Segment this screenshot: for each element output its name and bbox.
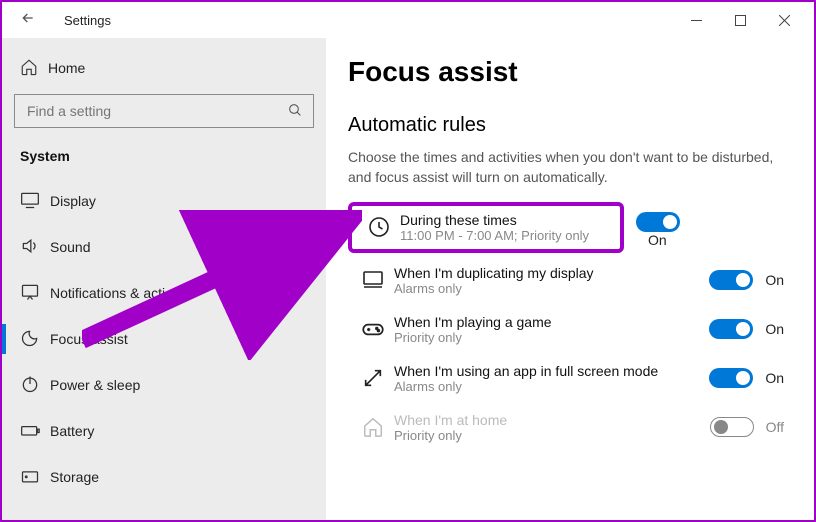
- rule-subtitle: Alarms only: [394, 281, 709, 296]
- rule-subtitle: Priority only: [394, 330, 709, 345]
- rule-toggle-during-times[interactable]: [636, 212, 680, 232]
- main-content: Focus assist Automatic rules Choose the …: [326, 38, 814, 520]
- sidebar-item-sound[interactable]: Sound: [2, 224, 326, 270]
- sidebar-item-label: Display: [50, 193, 96, 209]
- toggle-state: On: [765, 370, 784, 386]
- sidebar-item-label: Focus assist: [50, 331, 128, 347]
- monitor-icon: [352, 268, 394, 292]
- rule-toggle-gaming[interactable]: [709, 319, 753, 339]
- sidebar-item-home[interactable]: Home: [2, 48, 326, 88]
- sidebar: Home System Display Sound Notification: [2, 38, 326, 520]
- rule-at-home[interactable]: When I'm at home Priority only Off: [348, 406, 788, 449]
- sidebar-item-label: Notifications & actions: [50, 285, 188, 301]
- rule-playing-game[interactable]: When I'm playing a game Priority only On: [348, 308, 788, 351]
- rule-toggle-at-home[interactable]: [710, 417, 754, 437]
- notifications-icon: [20, 282, 50, 305]
- search-icon: [287, 102, 303, 121]
- sidebar-item-label: Battery: [50, 423, 94, 439]
- rule-title: When I'm duplicating my display: [394, 265, 709, 281]
- clock-icon: [358, 215, 400, 239]
- sidebar-home-label: Home: [48, 60, 85, 76]
- rule-toggle-fullscreen[interactable]: [709, 368, 753, 388]
- sidebar-item-label: Power & sleep: [50, 377, 140, 393]
- sidebar-item-label: Storage: [50, 469, 99, 485]
- rule-title: When I'm at home: [394, 412, 710, 428]
- search-input[interactable]: [14, 94, 314, 128]
- rule-toggle-duplicating[interactable]: [709, 270, 753, 290]
- back-button[interactable]: [20, 10, 42, 31]
- window-title: Settings: [64, 13, 111, 28]
- sidebar-item-battery[interactable]: Battery: [2, 408, 326, 454]
- gamepad-icon: [352, 316, 394, 342]
- storage-icon: [20, 466, 50, 489]
- section-title: Automatic rules: [348, 114, 790, 137]
- sidebar-item-notifications[interactable]: Notifications & actions: [2, 270, 326, 316]
- rule-title: During these times: [400, 212, 614, 228]
- rule-fullscreen-app[interactable]: When I'm using an app in full screen mod…: [348, 357, 788, 400]
- toggle-state: On: [765, 272, 784, 288]
- focus-assist-icon: [20, 328, 50, 351]
- sidebar-item-power[interactable]: Power & sleep: [2, 362, 326, 408]
- minimize-button[interactable]: [674, 5, 718, 35]
- home-icon: [20, 58, 48, 79]
- rule-title: When I'm playing a game: [394, 314, 709, 330]
- search-field[interactable]: [25, 102, 287, 120]
- maximize-button[interactable]: [718, 5, 762, 35]
- battery-icon: [20, 420, 50, 443]
- rule-subtitle: 11:00 PM - 7:00 AM; Priority only: [400, 228, 614, 243]
- power-icon: [20, 374, 50, 397]
- titlebar: Settings: [2, 2, 814, 38]
- toggle-state: On: [648, 232, 667, 248]
- sidebar-section: System: [2, 142, 326, 178]
- toggle-state: Off: [766, 419, 784, 435]
- home-icon: [352, 416, 394, 438]
- rule-duplicating-display[interactable]: When I'm duplicating my display Alarms o…: [348, 259, 788, 302]
- sidebar-item-display[interactable]: Display: [2, 178, 326, 224]
- sidebar-item-label: Sound: [50, 239, 90, 255]
- rule-subtitle: Alarms only: [394, 379, 709, 394]
- section-description: Choose the times and activities when you…: [348, 147, 788, 188]
- rule-during-times[interactable]: During these times 11:00 PM - 7:00 AM; P…: [348, 202, 624, 253]
- sound-icon: [20, 236, 50, 259]
- display-icon: [20, 190, 50, 213]
- page-title: Focus assist: [348, 56, 790, 88]
- sidebar-item-focus-assist[interactable]: Focus assist: [2, 316, 326, 362]
- close-button[interactable]: [762, 5, 806, 35]
- rule-title: When I'm using an app in full screen mod…: [394, 363, 709, 379]
- rule-subtitle: Priority only: [394, 428, 710, 443]
- fullscreen-icon: [352, 367, 394, 389]
- toggle-state: On: [765, 321, 784, 337]
- sidebar-item-storage[interactable]: Storage: [2, 454, 326, 500]
